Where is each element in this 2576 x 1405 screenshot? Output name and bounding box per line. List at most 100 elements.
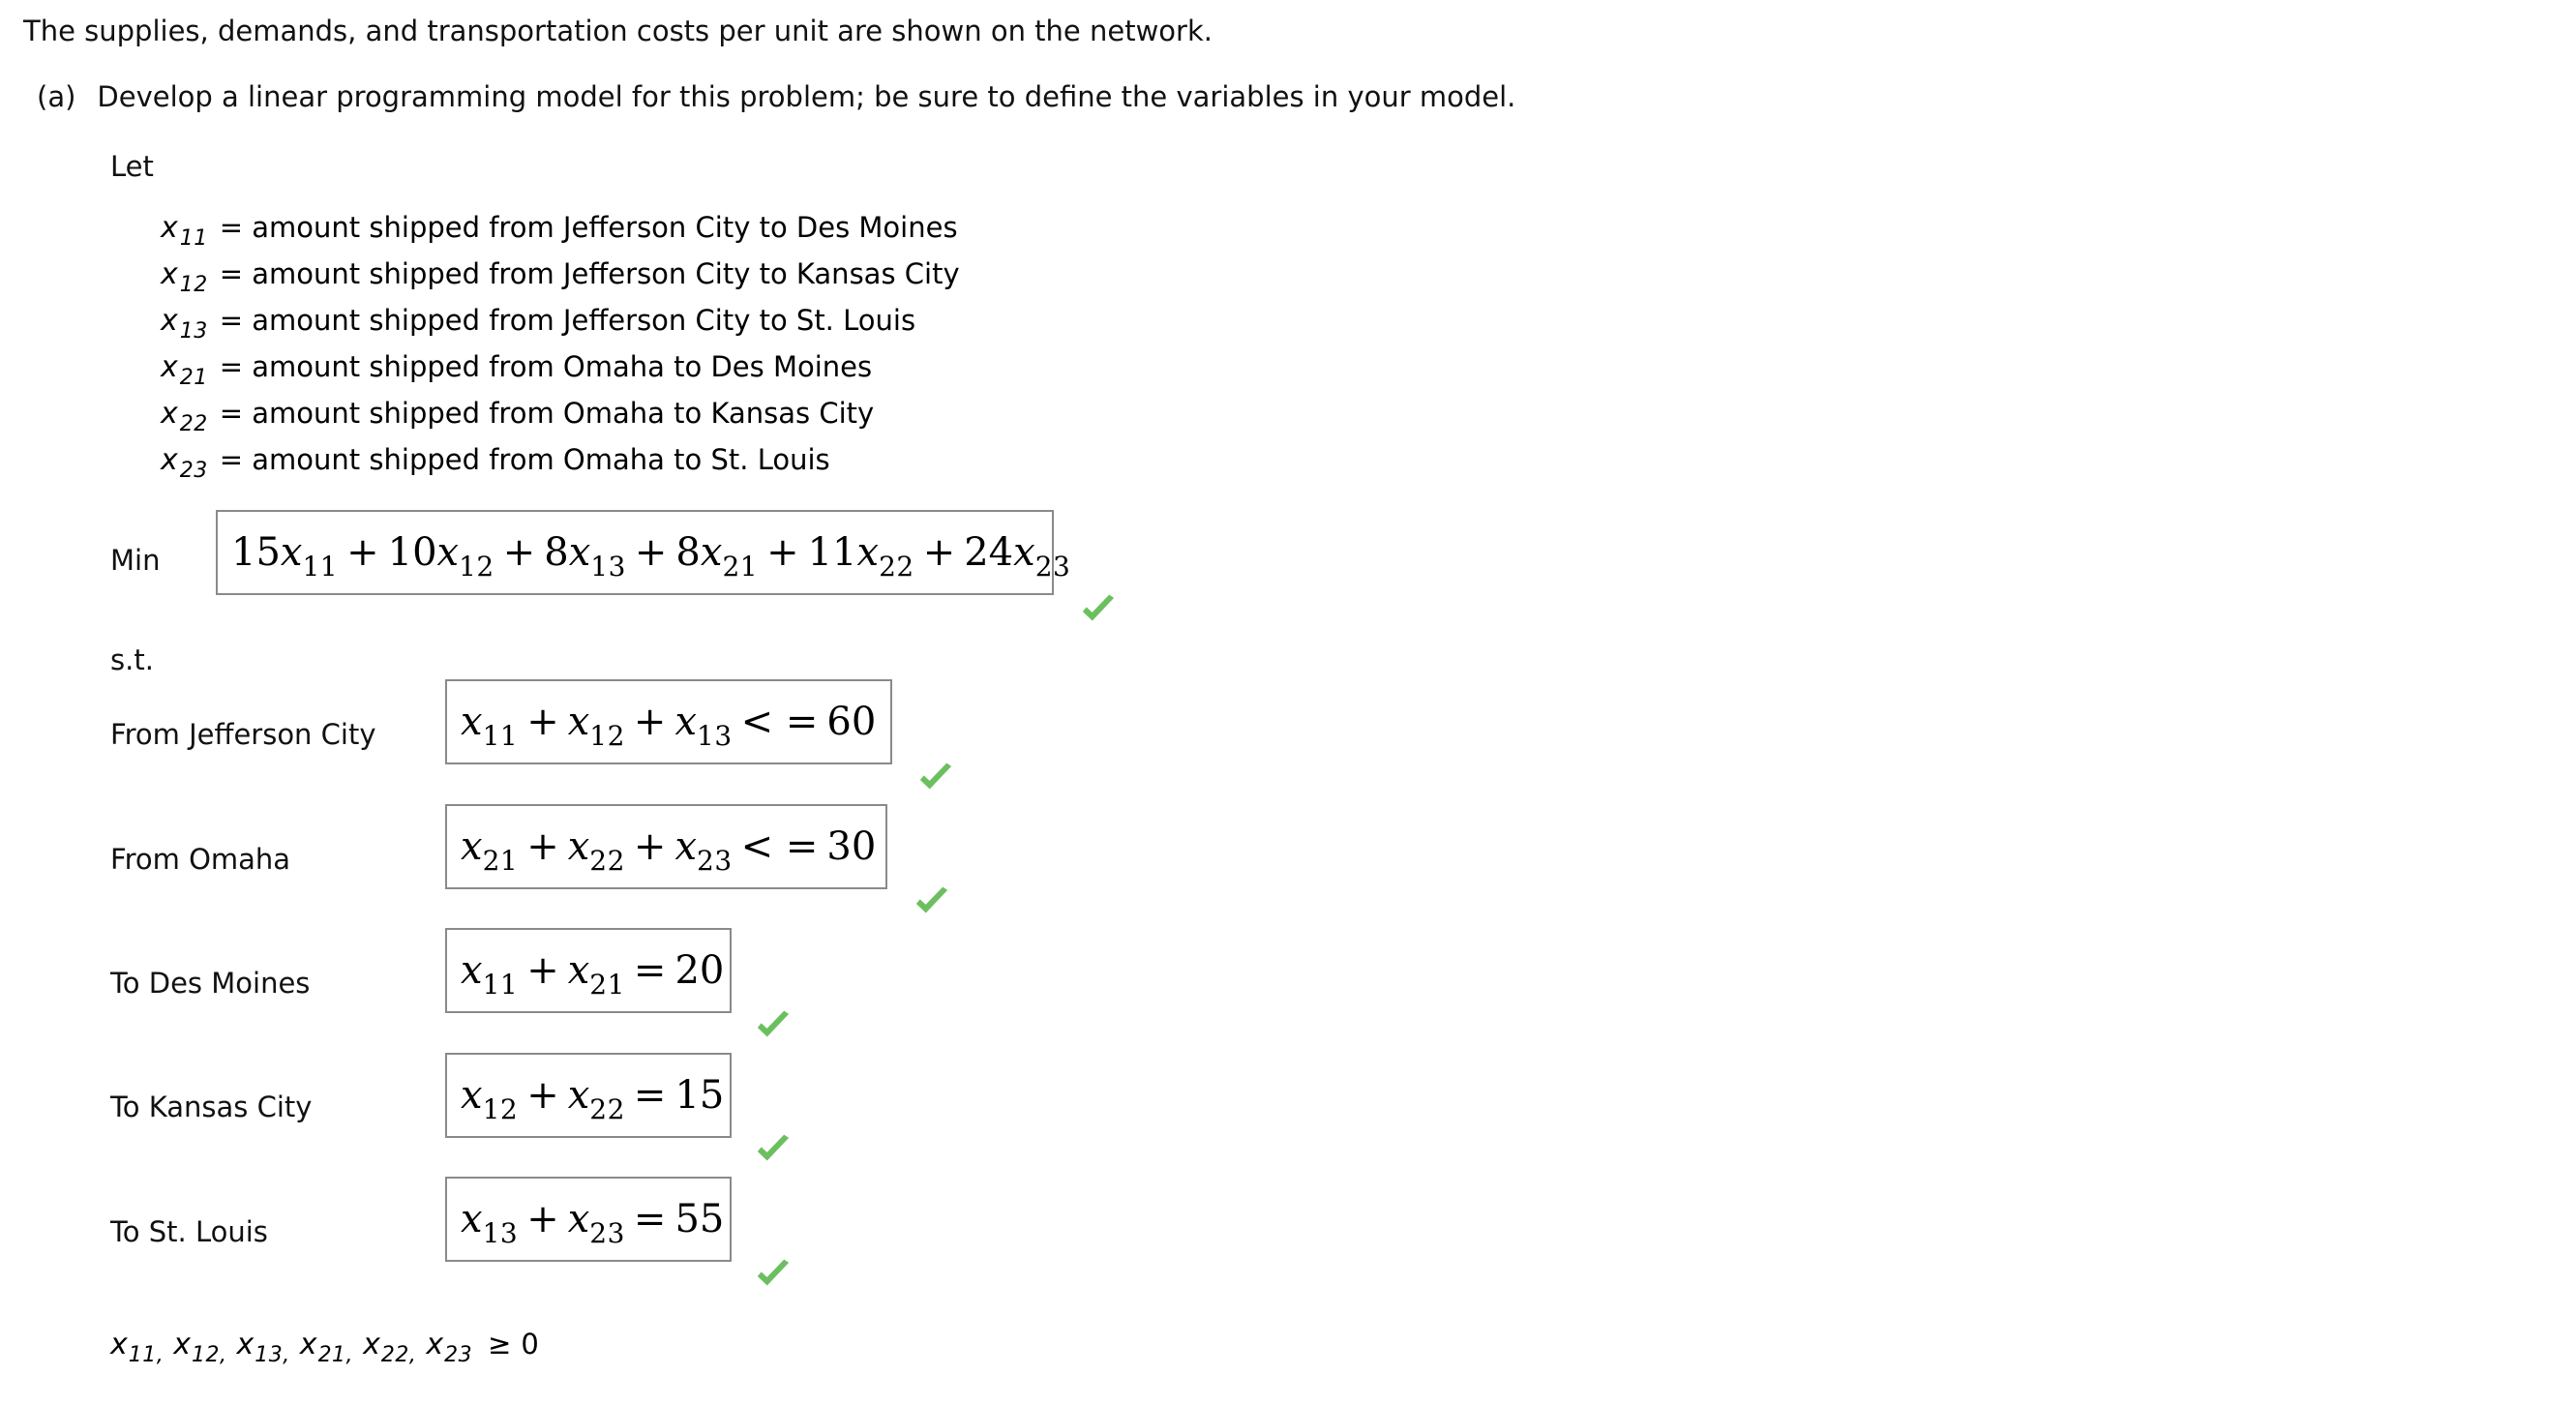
math-operator: + [346,530,379,575]
constraint-correct-icon-from-omaha [911,881,953,923]
variable-definition-list: x 11 = amount shipped from Jefferson City … [161,211,960,490]
math-variable: x [461,1073,483,1118]
variable-subscript: 23 [179,459,208,483]
math-variable: x [436,530,460,575]
math-subscript: 22 [879,551,914,583]
objective-function-input[interactable]: 15x11 +10x12 +8x13 +8x21 +11x22 +24x23 [216,510,1070,595]
non-negativity-relation: ≥ [488,1328,512,1360]
non-negativity-subscript: 22, [380,1343,417,1367]
math-operator: + [526,1073,559,1118]
variable-definition-row: x 23 = amount shipped from Omaha to St. Lo… [161,443,960,490]
math-variable: x [567,948,590,993]
math-variable: x [674,824,697,869]
variable-subscript: 12 [179,273,208,297]
math-relation: < = [740,700,819,744]
constraint-input-to-st-louis[interactable]: x13 + x23 = 55 [445,1177,732,1262]
math-variable: x [280,530,303,575]
variable-symbol: x [161,257,178,291]
math-subscript: 12 [482,1093,519,1125]
non-negativity-rhs: 0 [521,1328,539,1360]
constraint-label-to-st-louis: To St. Louis [110,1215,268,1248]
math-operator: + [633,700,667,744]
non-negativity-variable: x [363,1328,380,1361]
math-subscript: 23 [697,845,733,877]
math-subscript: 21 [589,969,625,1001]
constraint-input-to-des-moines[interactable]: x11 + x21 = 20 [445,928,732,1013]
variable-description: = amount shipped from Jefferson City to … [219,257,960,290]
math-operator: + [634,530,668,575]
non-negativity-variable: x [173,1328,192,1361]
constraint-label-from-omaha: From Omaha [110,843,291,876]
constraint-expression-to-st-louis: x13 + x23 = 55 [461,1197,724,1247]
math-rhs: 15 [674,1073,725,1118]
math-variable: x [567,824,590,869]
math-coefficient: 8 [675,530,701,575]
variable-symbol: x [161,211,178,245]
math-subscript: 11 [482,720,519,752]
math-variable: x [567,700,590,744]
math-variable: x [461,1197,483,1241]
constraint-correct-icon-to-kansas-city [752,1128,794,1171]
variable-definition-row: x 21 = amount shipped from Omaha to Des Mo… [161,350,960,397]
objective-label: Min [110,544,161,577]
variable-description: = amount shipped from Jefferson City to … [219,211,958,244]
math-operator: + [526,1197,559,1241]
non-negativity-constraint: x 11, x 12, x 13, x 21, x 22, x 23 ≥0 [110,1328,539,1367]
constraint-correct-icon-to-st-louis [752,1253,794,1296]
constraint-expression-from-omaha: x21 + x22 + x23 < = 30 [461,824,876,875]
math-coefficient: 10 [387,530,437,575]
math-relation: = [633,948,667,993]
math-variable: x [567,1073,590,1118]
objective-function-expression: 15x11 +10x12 +8x13 +8x21 +11x22 +24x23 [231,530,1070,581]
math-operator: + [922,530,956,575]
variable-symbol: x [161,350,178,384]
non-negativity-variable: x [110,1328,128,1361]
non-negativity-variable: x [236,1328,255,1361]
math-variable: x [461,824,483,869]
math-operator: + [766,530,799,575]
part-a-question: (a) Develop a linear programming model f… [37,79,1515,114]
variable-subscript: 13 [179,319,208,344]
constraint-expression-to-kansas-city: x12 + x22 = 15 [461,1073,725,1123]
variable-subscript: 22 [179,412,208,436]
math-subscript: 13 [590,551,626,583]
math-operator: + [526,948,559,993]
variable-symbol: x [161,397,178,431]
objective-correct-icon [1077,588,1120,631]
math-relation: = [633,1197,667,1241]
math-coefficient: 8 [544,530,569,575]
variable-description: = amount shipped from Omaha to Des Moine… [219,350,873,383]
math-subscript: 23 [589,1217,625,1249]
let-label: Let [110,150,154,183]
math-subscript: 11 [482,969,519,1001]
constraint-input-from-omaha[interactable]: x21 + x22 + x23 < = 30 [445,804,887,889]
constraint-correct-icon-to-des-moines [752,1004,794,1047]
math-coefficient: 15 [231,530,281,575]
math-relation: = [633,1073,667,1118]
math-coefficient: 24 [964,530,1014,575]
non-negativity-subscript: 12, [192,1343,227,1367]
part-a-text: Develop a linear programming model for t… [97,80,1516,113]
variable-description: = amount shipped from Omaha to St. Louis [219,443,830,476]
constraint-expression-to-des-moines: x11 + x21 = 20 [461,948,725,999]
intro-text: The supplies, demands, and transportatio… [23,15,1213,47]
constraint-input-to-kansas-city[interactable]: x12 + x22 = 15 [445,1053,732,1138]
non-negativity-subscript: 11, [128,1343,165,1367]
math-variable: x [1013,530,1035,575]
variable-subscript: 11 [179,226,208,251]
constraint-correct-icon-from-jefferson-city [914,757,957,799]
variable-description: = amount shipped from Omaha to Kansas Ci… [219,397,875,430]
variable-subscript: 21 [179,366,208,390]
math-rhs: 20 [674,948,725,993]
math-operator: + [502,530,536,575]
math-subscript: 11 [302,551,339,583]
math-variable: x [700,530,723,575]
variable-symbol: x [161,443,178,477]
math-variable: x [461,700,483,744]
non-negativity-variable: x [299,1328,317,1361]
math-variable: x [674,700,697,744]
variable-definition-row: x 11 = amount shipped from Jefferson City … [161,211,960,257]
non-negativity-variable: x [426,1328,444,1361]
constraint-input-from-jefferson-city[interactable]: x11 + x12 + x13 < = 60 [445,679,892,764]
non-negativity-subscript: 13, [255,1343,290,1367]
